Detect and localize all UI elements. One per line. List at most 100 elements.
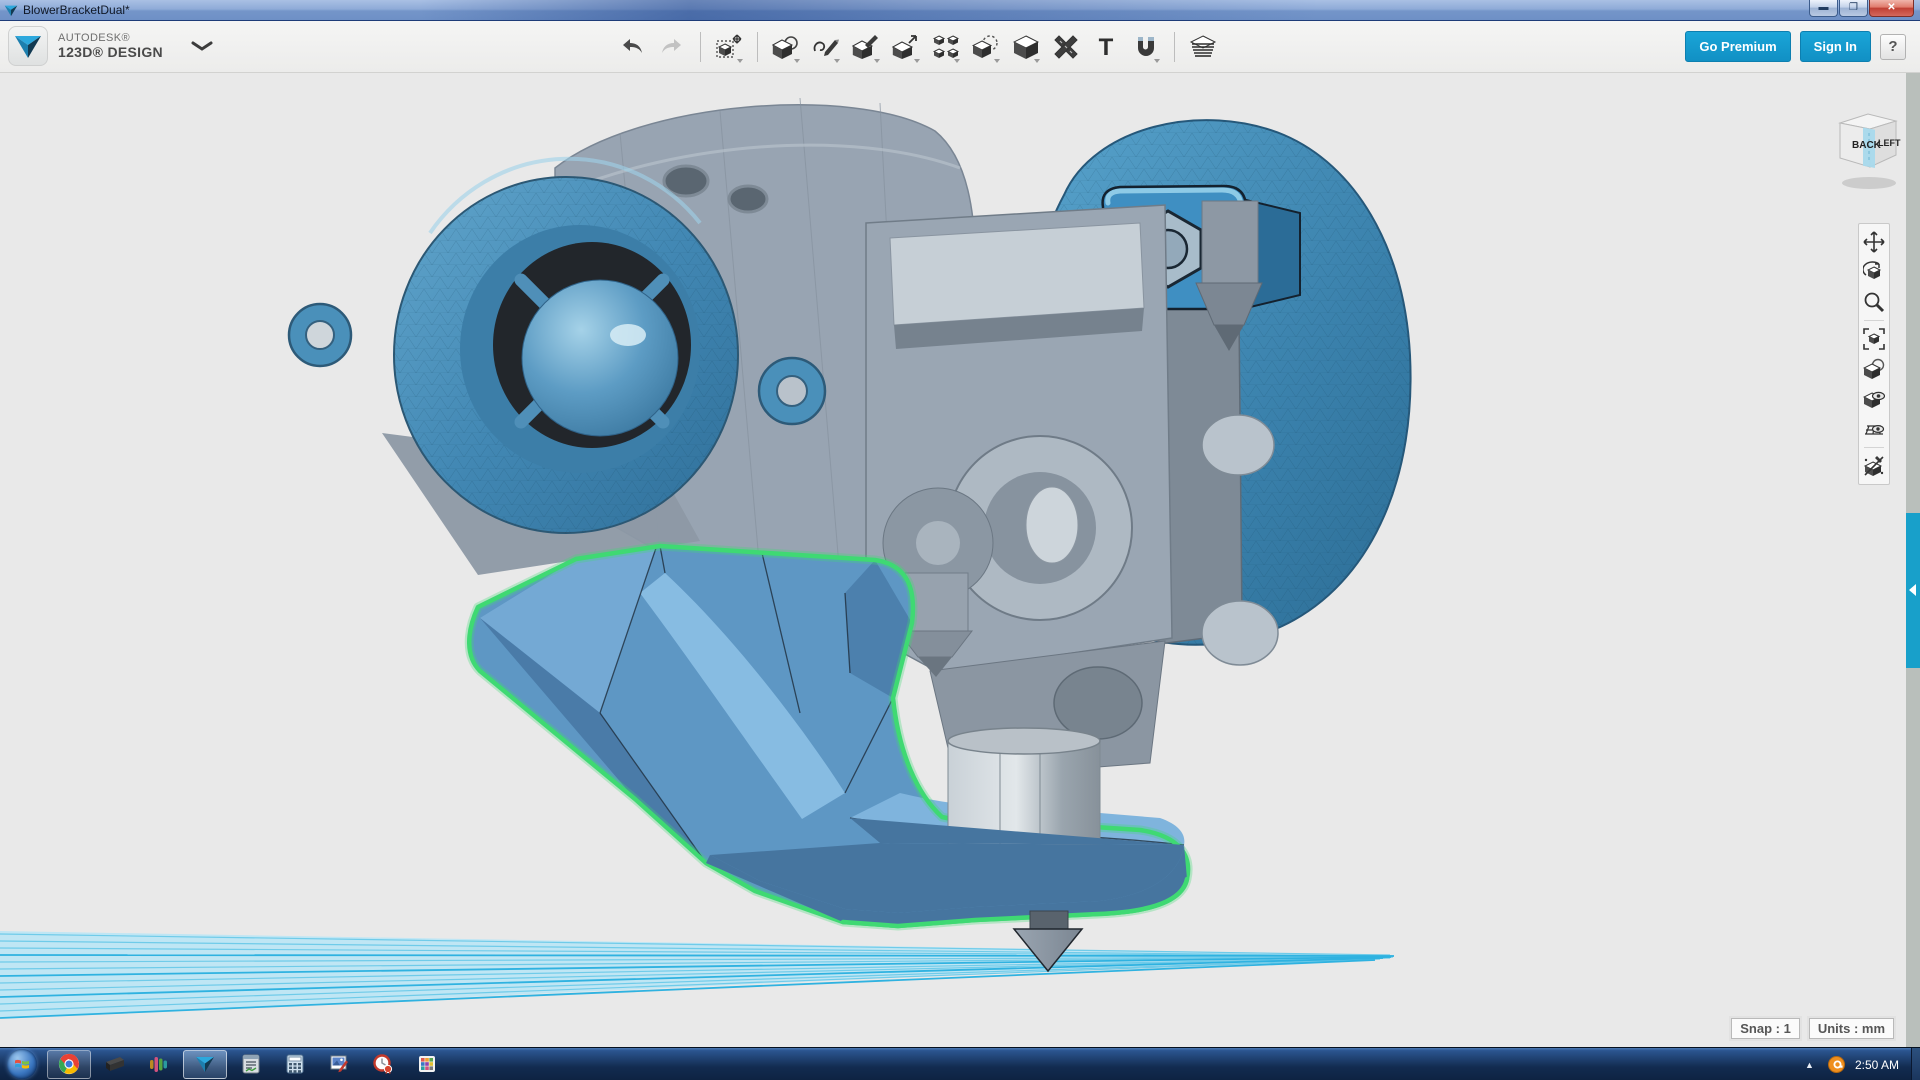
pattern-button[interactable] bbox=[929, 27, 963, 67]
undo-button[interactable] bbox=[615, 27, 649, 67]
navigation-toolbar bbox=[1858, 223, 1890, 485]
shading-icon bbox=[1863, 358, 1885, 380]
grid-toggle-button[interactable] bbox=[1859, 414, 1889, 444]
toolbar-separator bbox=[700, 32, 701, 62]
task-manager-icon bbox=[241, 1054, 261, 1074]
transform-button[interactable] bbox=[712, 27, 746, 67]
chrome-icon bbox=[58, 1053, 80, 1075]
panel-expand-handle[interactable] bbox=[1906, 513, 1920, 668]
logo-triangle-icon bbox=[14, 33, 42, 59]
grouping-icon bbox=[972, 34, 1000, 60]
viewcube-face-left[interactable]: LEFT bbox=[1878, 138, 1901, 148]
app-window-icon bbox=[4, 4, 18, 17]
restore-button[interactable]: ❐ bbox=[1839, 0, 1868, 17]
snap-button[interactable] bbox=[1129, 27, 1163, 67]
model-3d-scene bbox=[0, 73, 1920, 1047]
window-title: BlowerBracketDual* bbox=[23, 3, 130, 17]
visibility-button[interactable] bbox=[1859, 384, 1889, 414]
measure-button[interactable] bbox=[1049, 27, 1083, 67]
magnet-icon bbox=[1133, 34, 1159, 60]
close-button[interactable]: ✕ bbox=[1869, 0, 1914, 17]
pan-icon bbox=[1863, 231, 1885, 253]
snap-setting-chip[interactable]: Snap : 1 bbox=[1731, 1018, 1800, 1039]
toolbar-separator bbox=[1174, 32, 1175, 62]
start-button[interactable] bbox=[7, 1049, 37, 1079]
recorder-icon bbox=[373, 1054, 393, 1074]
combine-icon bbox=[1013, 34, 1039, 60]
toolbar-separator bbox=[757, 32, 758, 62]
redo-button[interactable] bbox=[655, 27, 689, 67]
main-menu-chevron-icon[interactable] bbox=[191, 41, 213, 51]
fit-icon bbox=[1863, 328, 1885, 350]
snap-off-icon bbox=[1863, 455, 1885, 477]
ground-grid bbox=[0, 931, 1395, 1018]
3d-print-button[interactable] bbox=[1186, 27, 1220, 67]
tray-expand-arrow[interactable]: ▲ bbox=[1805, 1060, 1814, 1070]
shading-button[interactable] bbox=[1859, 354, 1889, 384]
modify-icon bbox=[892, 34, 920, 60]
orbit-icon bbox=[1863, 261, 1885, 283]
pattern-icon bbox=[933, 34, 959, 60]
123d-icon bbox=[194, 1054, 216, 1074]
measure-icon bbox=[1053, 34, 1079, 60]
modify-button[interactable] bbox=[889, 27, 923, 67]
minimize-button[interactable]: ▬ bbox=[1809, 0, 1838, 17]
units-setting-chip[interactable]: Units : mm bbox=[1809, 1018, 1894, 1039]
app-toolbar: AUTODESK® 123D® DESIGN bbox=[0, 21, 1920, 73]
primitives-button[interactable] bbox=[769, 27, 803, 67]
sketch-icon bbox=[812, 35, 840, 59]
transform-icon bbox=[715, 34, 743, 60]
snap-toggle-button[interactable] bbox=[1859, 451, 1889, 481]
zoom-button[interactable] bbox=[1859, 287, 1889, 317]
brand-autodesk: AUTODESK® bbox=[58, 32, 163, 45]
show-desktop-button[interactable] bbox=[1911, 1048, 1920, 1080]
windows-flag-icon bbox=[14, 1056, 30, 1072]
tray-clock[interactable]: 2:50 AM bbox=[1855, 1058, 1899, 1072]
tray-orange-app-icon[interactable] bbox=[1828, 1056, 1845, 1073]
redo-icon bbox=[660, 38, 684, 56]
taskbar-calculator[interactable] bbox=[275, 1050, 315, 1079]
app-grid-icon bbox=[418, 1055, 436, 1073]
text-button[interactable]: T bbox=[1089, 27, 1123, 67]
calculator-icon bbox=[286, 1054, 304, 1074]
taskbar-files[interactable] bbox=[95, 1050, 135, 1079]
3d-print-icon bbox=[1189, 34, 1217, 60]
image-editor-icon bbox=[329, 1054, 349, 1074]
taskbar-paint[interactable] bbox=[319, 1050, 359, 1079]
account-area: Go Premium Sign In ? bbox=[1676, 31, 1906, 62]
taskbar-recorder[interactable] bbox=[363, 1050, 403, 1079]
combine-button[interactable] bbox=[1009, 27, 1043, 67]
taskbar-chrome[interactable] bbox=[47, 1050, 91, 1079]
brand-block: AUTODESK® 123D® DESIGN bbox=[8, 26, 213, 66]
system-tray: ▲ 2:50 AM bbox=[1805, 1048, 1920, 1080]
pan-button[interactable] bbox=[1859, 227, 1889, 257]
grouping-button[interactable] bbox=[969, 27, 1003, 67]
zoom-fit-button[interactable] bbox=[1859, 324, 1889, 354]
construct-icon bbox=[852, 34, 880, 60]
wallet-icon bbox=[104, 1056, 126, 1072]
go-premium-button[interactable]: Go Premium bbox=[1685, 31, 1790, 62]
sketch-button[interactable] bbox=[809, 27, 843, 67]
nav-separator bbox=[1864, 447, 1884, 448]
nav-separator bbox=[1864, 320, 1884, 321]
app-logo[interactable] bbox=[8, 26, 48, 66]
viewcube[interactable]: BACK LEFT bbox=[1832, 103, 1908, 195]
text-icon: T bbox=[1094, 35, 1118, 59]
taskbar-taskmgr[interactable] bbox=[231, 1050, 271, 1079]
tool-strip: T bbox=[612, 21, 1223, 73]
grid-eye-icon bbox=[1863, 418, 1885, 440]
magnifier-icon bbox=[1863, 291, 1885, 313]
titlebar: BlowerBracketDual* ▬ ❐ ✕ bbox=[0, 0, 1920, 21]
sign-in-button[interactable]: Sign In bbox=[1800, 31, 1871, 62]
taskbar-123d-design[interactable] bbox=[183, 1050, 227, 1079]
viewport-canvas[interactable]: BACK LEFT bbox=[0, 73, 1920, 1047]
taskbar-media[interactable] bbox=[139, 1050, 179, 1079]
construct-button[interactable] bbox=[849, 27, 883, 67]
taskbar-launcher[interactable] bbox=[407, 1050, 447, 1079]
help-button[interactable]: ? bbox=[1880, 34, 1906, 60]
orbit-button[interactable] bbox=[1859, 257, 1889, 287]
taskbar: ▲ 2:50 AM bbox=[0, 1047, 1920, 1080]
undo-icon bbox=[620, 38, 644, 56]
status-bar: Snap : 1 Units : mm bbox=[1722, 1018, 1894, 1039]
svg-text:T: T bbox=[1099, 35, 1114, 59]
